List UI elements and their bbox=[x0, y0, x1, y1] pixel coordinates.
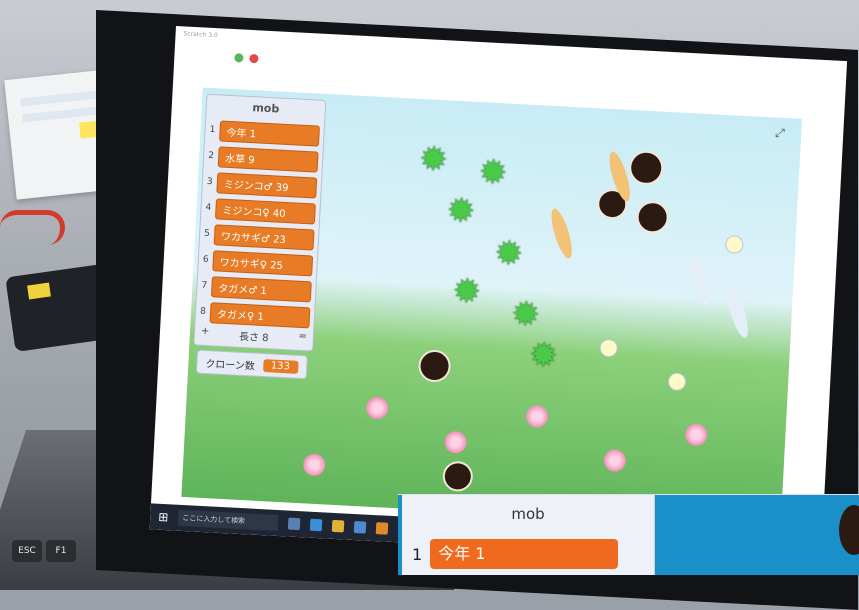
smelt-sprite bbox=[685, 253, 714, 308]
daphnia-sprite bbox=[839, 505, 859, 555]
list-item[interactable]: 2 水草 9 bbox=[208, 144, 323, 174]
window-title: Scratch 3.0 bbox=[183, 30, 218, 40]
flower-sprite bbox=[365, 396, 389, 420]
list-item-value[interactable]: ミジンコ♀ 40 bbox=[214, 197, 316, 225]
flower-sprite bbox=[525, 404, 549, 428]
flower-sprite bbox=[603, 449, 627, 473]
inset-list-monitor: mob 1 今年 1 bbox=[402, 495, 655, 575]
list-title: mob bbox=[252, 101, 280, 116]
list-item-value[interactable]: タガメ♀ 1 bbox=[209, 301, 311, 328]
list-item-index: 7 bbox=[201, 280, 208, 291]
red-cable bbox=[0, 210, 65, 245]
list-item-value[interactable]: ワカサギ♀ 25 bbox=[212, 249, 314, 276]
flower-sprite bbox=[684, 423, 708, 447]
list-item-value[interactable]: タガメ♂ 1 bbox=[210, 275, 312, 302]
list-item-value[interactable]: ミジンコ♂ 39 bbox=[216, 171, 318, 199]
task-view-icon[interactable] bbox=[287, 517, 301, 531]
flower-sprite bbox=[302, 453, 326, 477]
daphnia-sprite bbox=[628, 149, 665, 186]
inset-list-title: mob bbox=[511, 505, 545, 523]
inset-list-item-index: 1 bbox=[412, 544, 423, 564]
edge-browser-icon[interactable] bbox=[309, 518, 323, 532]
daphnia-sprite bbox=[442, 460, 474, 493]
inset-list-item-value: 今年 1 bbox=[430, 539, 619, 569]
list-item-index: 8 bbox=[199, 306, 207, 317]
list-item-index: 4 bbox=[205, 202, 212, 214]
zoomed-inset: mob 1 今年 1 bbox=[398, 494, 859, 575]
smelt-sprite bbox=[723, 285, 753, 340]
flower-sprite bbox=[444, 430, 468, 454]
list-item[interactable]: 5 ワカサギ♂ 23 bbox=[204, 222, 319, 252]
f1-key-label: F1 bbox=[55, 546, 67, 556]
mail-icon[interactable] bbox=[353, 521, 367, 534]
variable-label: クローン数 bbox=[205, 358, 256, 373]
bubble-sprite bbox=[599, 338, 619, 358]
esc-key-label: ESC bbox=[18, 546, 36, 556]
variable-value: 133 bbox=[262, 358, 299, 374]
list-item-value[interactable]: ワカサギ♂ 23 bbox=[213, 223, 315, 251]
list-length: 長さ 8 bbox=[238, 331, 269, 345]
list-item-index: 3 bbox=[206, 176, 213, 188]
bubble-sprite bbox=[667, 372, 687, 392]
list-monitor-mob[interactable]: mob 1 今年 1 2 水草 9 3 ミジンコ♂ 39 4 ミジンコ♀ 40 … bbox=[193, 93, 327, 352]
resize-handle[interactable]: = bbox=[298, 331, 307, 346]
list-item-index: 6 bbox=[202, 254, 209, 266]
green-flag-icon[interactable] bbox=[234, 53, 244, 63]
daphnia-sprite bbox=[417, 349, 452, 383]
esc-key[interactable]: ESC bbox=[12, 540, 42, 562]
list-item-index: 1 bbox=[209, 124, 216, 136]
scratch-app-icon[interactable] bbox=[375, 522, 389, 535]
variable-monitor-clone-count[interactable]: クローン数 133 bbox=[195, 349, 308, 380]
taskbar-search-box[interactable]: ここに入力して検索 bbox=[177, 509, 279, 532]
list-item-index: 2 bbox=[207, 150, 215, 162]
f1-key[interactable]: F1 bbox=[46, 540, 76, 562]
daphnia-sprite bbox=[635, 200, 670, 235]
project-controls bbox=[234, 53, 259, 64]
list-item[interactable]: 8 タガメ♀ 1 bbox=[199, 300, 314, 330]
inset-list-item: 1 今年 1 bbox=[402, 539, 619, 569]
list-item[interactable]: 4 ミジンコ♀ 40 bbox=[205, 196, 320, 226]
add-item-button[interactable]: + bbox=[201, 326, 210, 341]
fullscreen-icon[interactable]: ⤢ bbox=[775, 126, 792, 143]
list-item[interactable]: 3 ミジンコ♂ 39 bbox=[206, 170, 321, 200]
list-item-value[interactable]: 水草 9 bbox=[217, 145, 319, 173]
smelt-sprite bbox=[547, 206, 576, 261]
list-item-index: 5 bbox=[203, 228, 211, 240]
file-explorer-icon[interactable] bbox=[331, 519, 345, 533]
list-item[interactable]: 1 今年 1 bbox=[209, 118, 324, 148]
stage[interactable]: ⤢ ✹ ✹ ✹ ✹ ✹ ✹ ✹ mob 1 今年 1 2 水草 9 3 ミジンコ… bbox=[181, 87, 802, 529]
list-item[interactable]: 6 ワカサギ♀ 25 bbox=[202, 248, 317, 278]
laptop-screen: Scratch 3.0 ⤢ ✹ ✹ ✹ ✹ ✹ ✹ ✹ mob 1 今年 1 2… bbox=[149, 26, 848, 565]
bubble-sprite bbox=[724, 235, 744, 254]
stop-icon[interactable] bbox=[249, 53, 259, 64]
list-item-value[interactable]: 今年 1 bbox=[219, 119, 321, 147]
list-item[interactable]: 7 タガメ♂ 1 bbox=[201, 274, 316, 304]
windows-start-icon[interactable]: ⊞ bbox=[158, 510, 169, 525]
